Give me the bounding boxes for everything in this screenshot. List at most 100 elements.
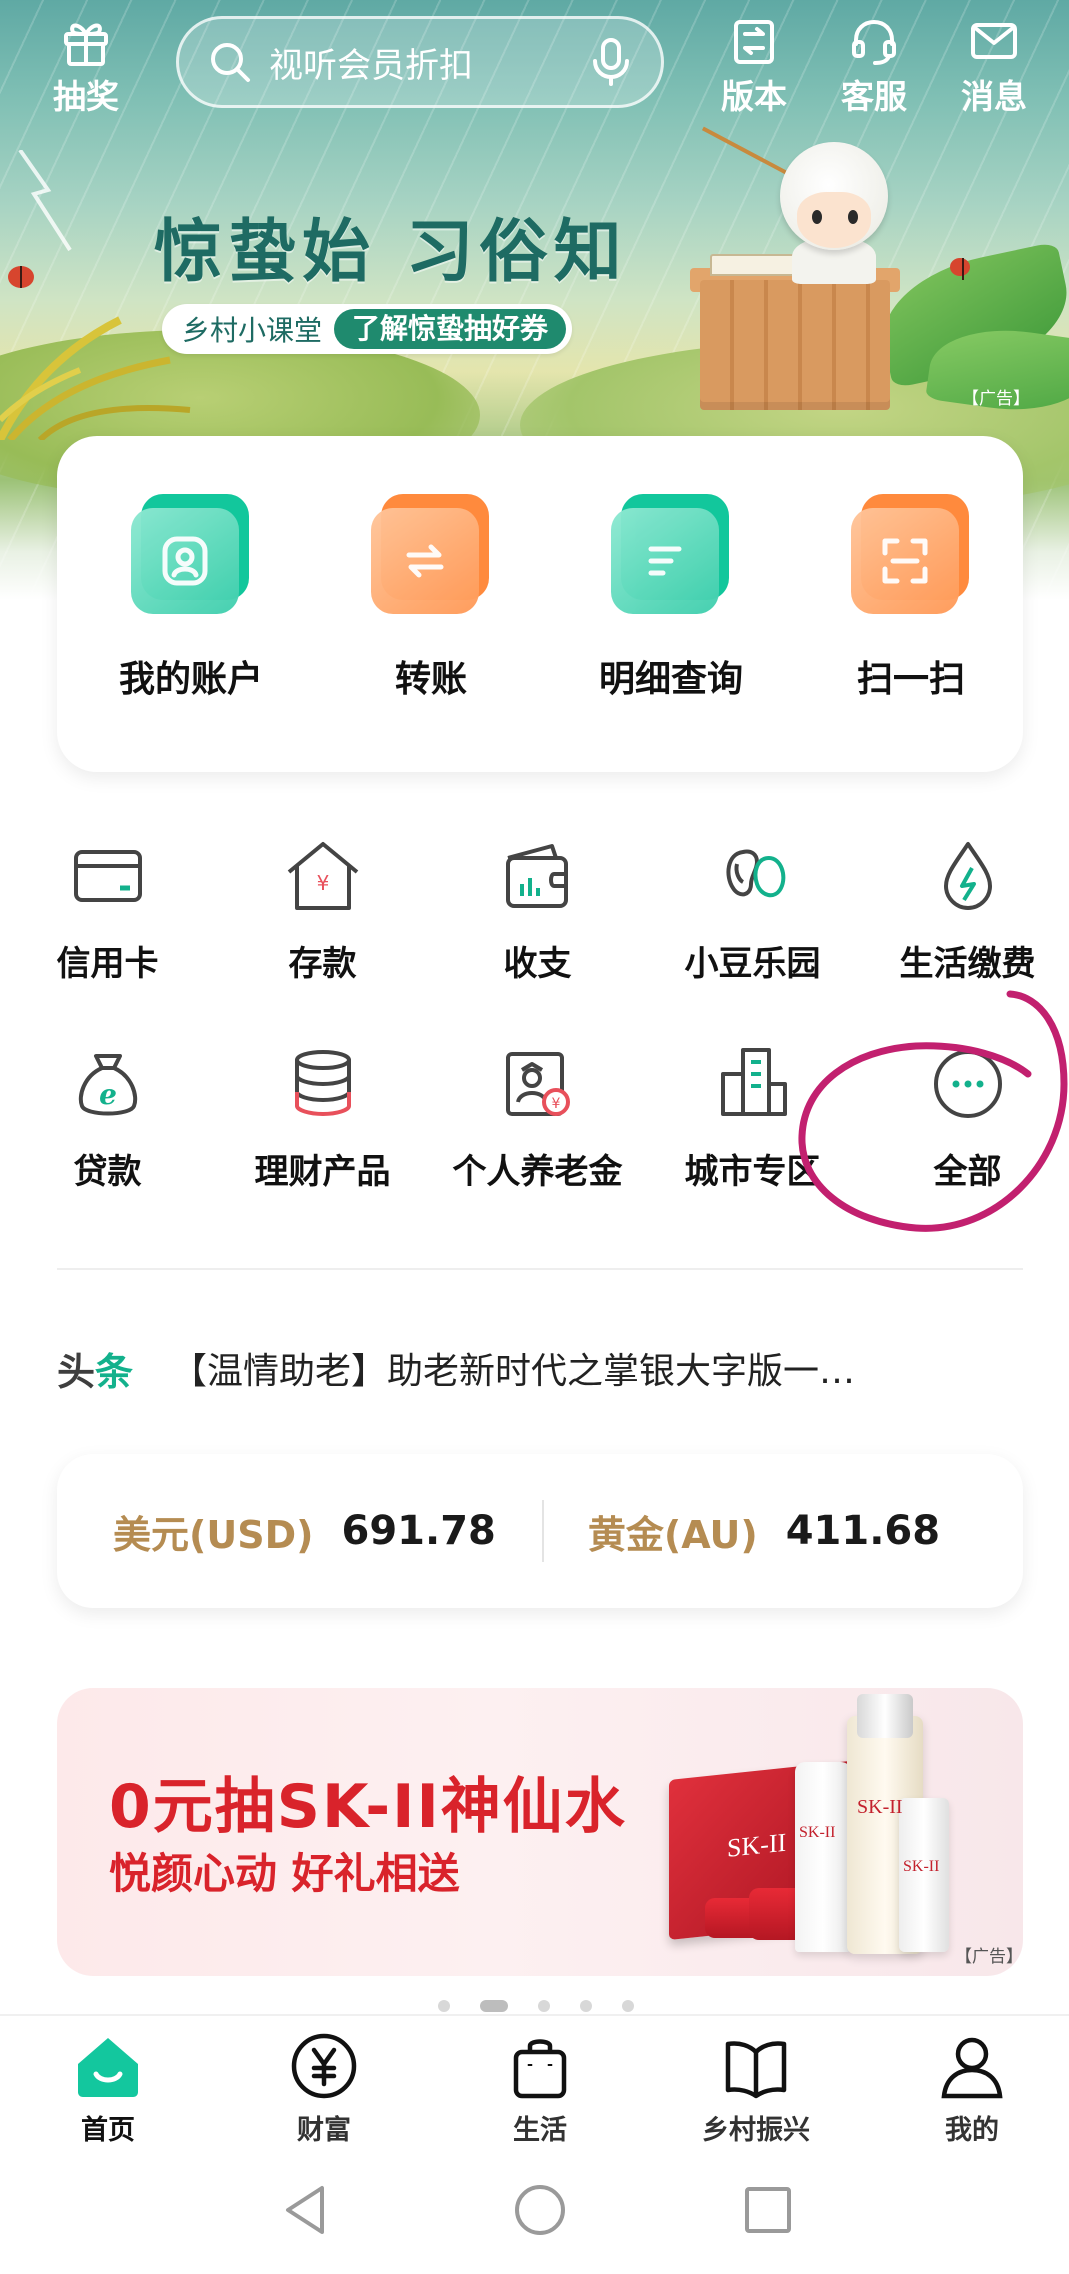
ladybug-icon	[950, 258, 970, 280]
tab-label: 生活	[513, 2115, 567, 2146]
bottle-brand-text: SK-II	[857, 1796, 903, 1818]
service-pension[interactable]: ¥ 个人养老金	[430, 1044, 645, 1193]
product-tube	[795, 1762, 851, 1952]
home-icon	[78, 2038, 138, 2097]
rate-name: 美元(USD)	[113, 1512, 314, 1557]
pension-icon: ¥	[505, 1052, 570, 1116]
ad-tag: 【广告】	[955, 1947, 1023, 1967]
service-label: 小豆乐园	[684, 944, 821, 984]
version-switch-icon	[734, 20, 774, 64]
rate-gold[interactable]: 黄金(AU) 411.68	[588, 1454, 940, 1608]
service-income-expense[interactable]: 收支	[430, 836, 645, 985]
mail-icon	[971, 23, 1017, 59]
carousel-dot[interactable]	[438, 2000, 450, 2012]
quick-label: 转账	[394, 659, 467, 700]
person-icon	[941, 2037, 1003, 2099]
headline-bar[interactable]: 头条 【温情助老】助老新时代之掌银大字版一…	[57, 1334, 1023, 1402]
tab-label: 财富	[297, 2115, 351, 2146]
tab-rural[interactable]: 乡村振兴	[656, 2030, 856, 2147]
service-credit-card[interactable]: 信用卡	[0, 836, 215, 985]
mascot-eye	[812, 210, 822, 224]
version-button[interactable]: 版本	[704, 14, 804, 118]
messages-label: 消息	[961, 77, 1027, 116]
rate-value: 691.78	[341, 1508, 496, 1554]
rate-name: 黄金(AU)	[587, 1512, 758, 1557]
lightning-icon	[18, 150, 72, 252]
service-wealth-products[interactable]: 理财产品	[215, 1044, 430, 1193]
recents-icon[interactable]	[738, 2180, 798, 2240]
tube-brand-text: SK-II	[799, 1824, 836, 1841]
tab-home[interactable]: 首页	[8, 2030, 208, 2147]
transfer-icon	[371, 494, 491, 614]
quick-label: 我的账户	[118, 659, 263, 700]
search-icon	[211, 43, 250, 82]
list-icon	[611, 494, 731, 614]
ad-tag: 【广告】	[962, 389, 1030, 409]
tab-wealth[interactable]: 财富	[224, 2030, 424, 2147]
service-utility-bills[interactable]: 生活缴费	[860, 836, 1069, 985]
microphone-icon[interactable]	[589, 37, 633, 87]
messages-button[interactable]: 消息	[944, 14, 1044, 118]
tab-label: 乡村振兴	[702, 2115, 810, 2146]
promo-banner[interactable]: 0元抽SK-II神仙水 悦颜心动 好礼相送 SK-II SK-II SK-II …	[57, 1688, 1023, 1976]
user-icon	[131, 494, 251, 614]
search-placeholder: 视听会员折扣	[269, 45, 473, 86]
service-label: 信用卡	[56, 944, 159, 984]
small-bottle-brand-text: SK-II	[903, 1858, 940, 1875]
system-navigation-bar	[0, 2154, 1069, 2274]
rate-usd[interactable]: 美元(USD) 691.78	[57, 1454, 496, 1608]
money-bag-icon: e	[78, 1054, 137, 1116]
service-label: 理财产品	[254, 1152, 391, 1192]
rates-card: 美元(USD) 691.78 黄金(AU) 411.68	[57, 1454, 1023, 1608]
deposit-house-icon: ¥	[287, 842, 358, 910]
service-label: 存款	[288, 944, 357, 984]
quick-statement[interactable]: 明细查询	[571, 494, 771, 702]
carousel-dot[interactable]	[580, 2000, 592, 2012]
wallet-icon	[505, 844, 568, 908]
bean-icon	[725, 849, 785, 898]
bottom-tab-bar: 首页 财富 生活 乡村振兴 我的	[0, 2014, 1069, 2154]
podium	[700, 280, 890, 410]
annotation-circle	[798, 990, 1068, 1232]
service-label: 收支	[503, 944, 572, 984]
shopping-bag-icon	[513, 2039, 567, 2099]
search-bar[interactable]: 视听会员折扣	[176, 16, 664, 108]
city-buildings-icon	[720, 1048, 787, 1116]
carousel-dot[interactable]	[538, 2000, 550, 2012]
promo-subtitle: 悦颜心动 好礼相送	[109, 1849, 460, 1898]
rate-separator	[541, 1500, 544, 1562]
rate-value: 411.68	[785, 1508, 941, 1554]
headline-text[interactable]: 【温情助老】助老新时代之掌银大字版一…	[171, 1342, 971, 1394]
back-icon[interactable]	[278, 2180, 338, 2240]
service-bean-park[interactable]: 小豆乐园	[645, 836, 860, 985]
service-loan[interactable]: e 贷款	[0, 1044, 215, 1193]
home-circle-icon[interactable]	[510, 2180, 570, 2240]
service-deposit[interactable]: ¥ 存款	[215, 836, 430, 985]
quick-scan[interactable]: 扫一扫	[811, 494, 1011, 702]
quick-label: 扫一扫	[856, 659, 965, 700]
tab-label: 我的	[945, 2115, 999, 2146]
tab-mine[interactable]: 我的	[872, 2030, 1069, 2147]
svg-text:e: e	[99, 1078, 117, 1111]
hero-pill-cta[interactable]: 了解惊蛰抽好券	[334, 309, 567, 349]
hero-pill-label: 乡村小课堂	[182, 314, 323, 347]
hero-pill[interactable]: 乡村小课堂 了解惊蛰抽好券	[162, 304, 573, 354]
svg-text:¥: ¥	[316, 871, 329, 895]
svg-text:¥: ¥	[551, 1096, 560, 1112]
quick-my-account[interactable]: 我的账户	[91, 494, 291, 702]
scan-icon	[851, 494, 971, 614]
book-icon	[725, 2041, 787, 2099]
coin-stack-icon	[294, 1050, 351, 1116]
quick-label: 明细查询	[598, 659, 743, 700]
mascot-face	[797, 192, 871, 248]
carousel-dot[interactable]	[622, 2000, 634, 2012]
service-label: 个人养老金	[452, 1152, 623, 1192]
quick-transfer[interactable]: 转账	[331, 494, 531, 702]
customer-service-button[interactable]: 客服	[824, 14, 924, 118]
tab-life[interactable]: 生活	[440, 2030, 640, 2147]
carousel-dot-active[interactable]	[480, 2000, 508, 2012]
lottery-label: 抽奖	[53, 77, 119, 116]
lottery-button[interactable]: 抽奖	[36, 14, 136, 118]
credit-card-icon	[73, 850, 142, 902]
ladybug-icon	[8, 266, 34, 288]
